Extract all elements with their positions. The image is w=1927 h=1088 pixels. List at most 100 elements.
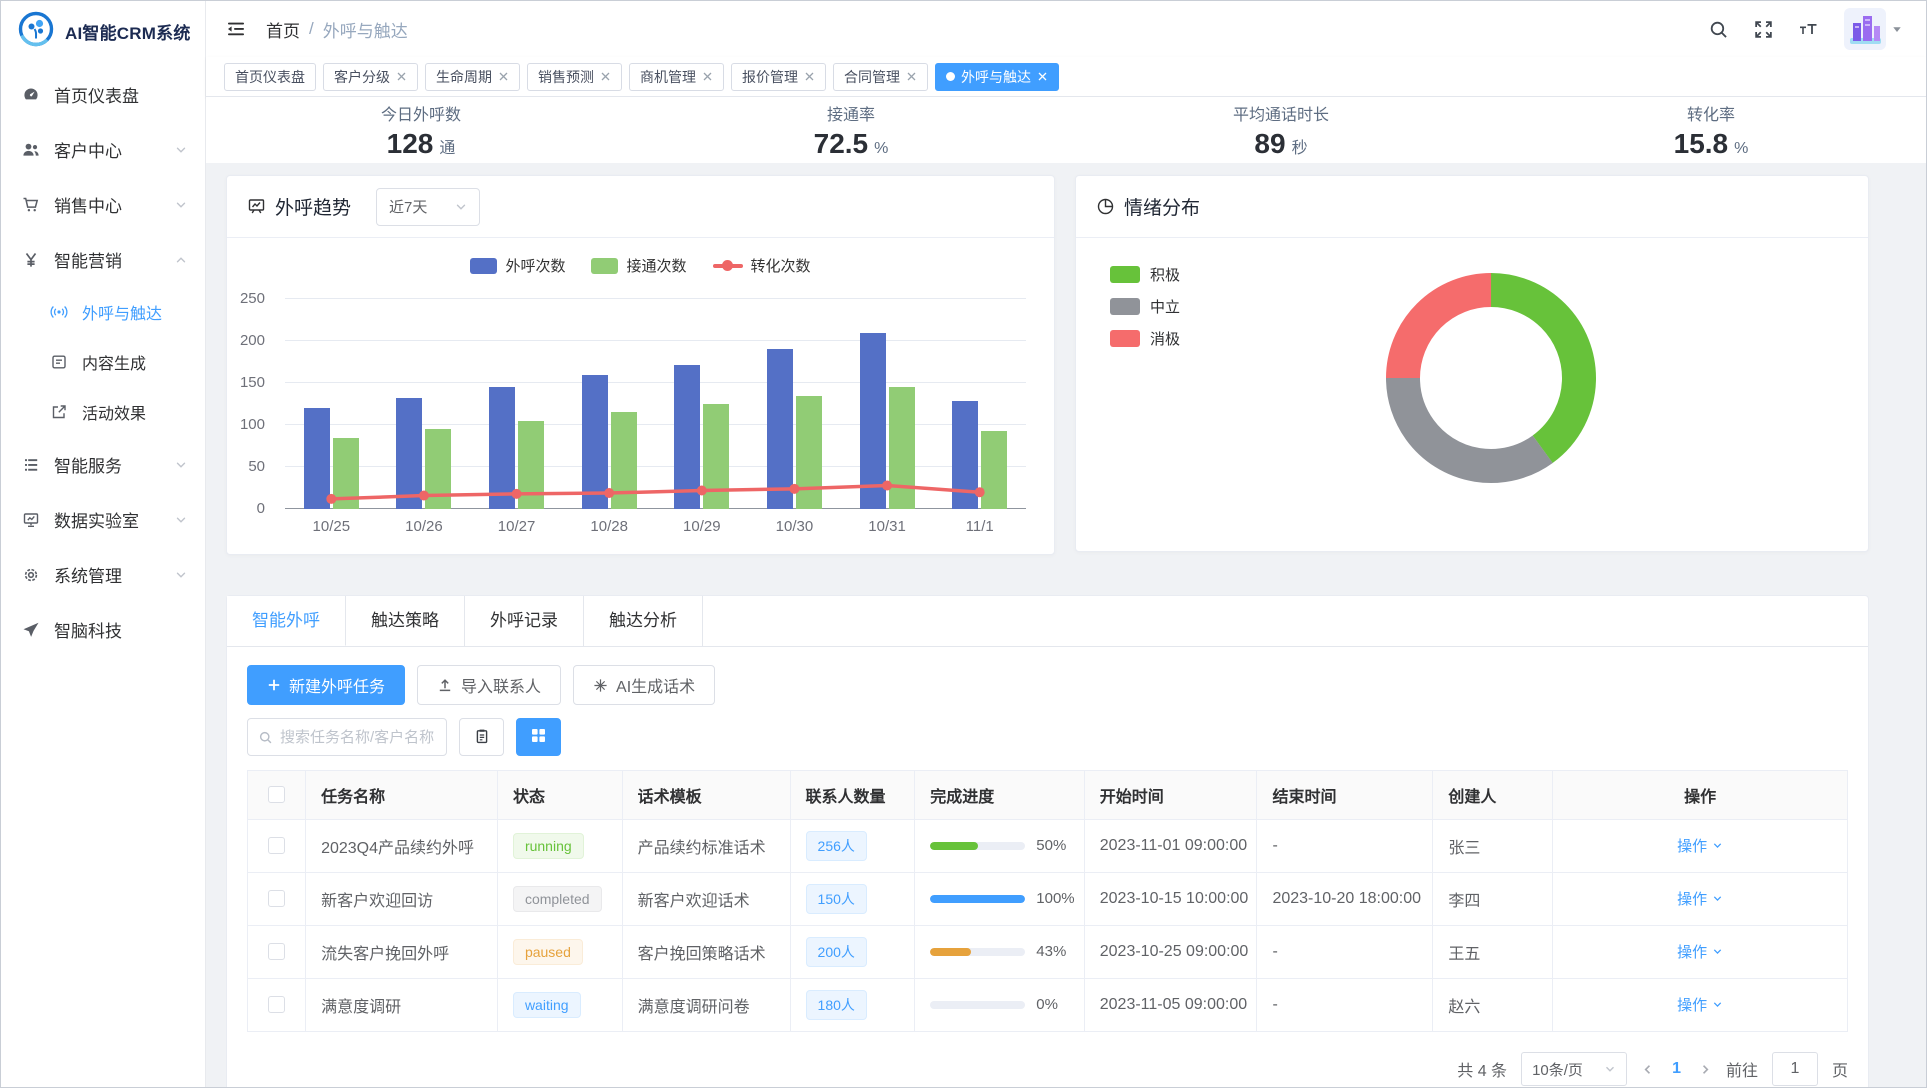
grid-view-button[interactable] bbox=[516, 718, 561, 756]
sidebar-item-marketing[interactable]: 智能营销 bbox=[1, 232, 205, 287]
sidebar-item-customers[interactable]: 客户中心 bbox=[1, 122, 205, 177]
sidebar-item-services[interactable]: 智能服务 bbox=[1, 437, 205, 492]
row-actions-dropdown[interactable]: 操作 bbox=[1677, 941, 1723, 962]
sidebar: AI智能CRM系统 首页仪表盘 客户中心 销售中心 智能营销 bbox=[1, 1, 206, 1087]
breadcrumb-home[interactable]: 首页 bbox=[266, 17, 300, 42]
row-checkbox[interactable] bbox=[268, 943, 285, 960]
emotion-distribution-card: 情绪分布 积极 中立 消极 bbox=[1075, 175, 1869, 552]
close-icon[interactable] bbox=[600, 71, 611, 82]
sidebar-item-data-lab[interactable]: 数据实验室 bbox=[1, 492, 205, 547]
tab-reach-strategy[interactable]: 触达策略 bbox=[346, 596, 465, 646]
progress-bar: 0% bbox=[930, 996, 1083, 1013]
sidebar-item-label: 销售中心 bbox=[54, 192, 175, 217]
legend-item-connected[interactable]: 接通次数 bbox=[591, 255, 686, 276]
close-icon[interactable] bbox=[1037, 71, 1048, 82]
fullscreen-icon[interactable] bbox=[1753, 19, 1774, 40]
close-icon[interactable] bbox=[702, 71, 713, 82]
view-tag[interactable]: 报价管理 bbox=[731, 63, 826, 91]
close-icon[interactable] bbox=[804, 71, 815, 82]
list-view-button[interactable] bbox=[459, 718, 504, 756]
ai-script-button[interactable]: AI生成话术 bbox=[573, 665, 715, 705]
view-tag[interactable]: 商机管理 bbox=[629, 63, 724, 91]
goto-page-input[interactable] bbox=[1772, 1052, 1818, 1086]
progress-bar: 50% bbox=[930, 837, 1083, 854]
legend-item-calls[interactable]: 外呼次数 bbox=[470, 255, 565, 276]
close-icon[interactable] bbox=[906, 71, 917, 82]
row-checkbox[interactable] bbox=[268, 996, 285, 1013]
font-size-icon[interactable] bbox=[1798, 19, 1820, 39]
close-icon[interactable] bbox=[498, 71, 509, 82]
import-contacts-button[interactable]: 导入联系人 bbox=[417, 665, 561, 705]
row-checkbox[interactable] bbox=[268, 837, 285, 854]
legend-line-swatch bbox=[713, 264, 743, 268]
contacts-count-badge: 180人 bbox=[806, 990, 867, 1020]
chevron-down-icon bbox=[175, 459, 187, 471]
row-actions-dropdown[interactable]: 操作 bbox=[1677, 994, 1723, 1015]
legend-item-negative[interactable]: 消极 bbox=[1110, 328, 1180, 349]
chevron-down-icon bbox=[1604, 1063, 1616, 1075]
legend-item-converted[interactable]: 转化次数 bbox=[713, 255, 811, 276]
top-header: 首页 / 外呼与触达 bbox=[206, 1, 1926, 57]
table-row: 2023Q4产品续约外呼 running 产品续约标准话术 256人 50% 2… bbox=[248, 819, 1847, 872]
legend-swatch bbox=[591, 258, 618, 274]
tab-call-records[interactable]: 外呼记录 bbox=[465, 596, 584, 646]
script-template: 客户挽回策略话术 bbox=[622, 925, 790, 978]
row-actions-dropdown[interactable]: 操作 bbox=[1677, 835, 1723, 856]
legend-item-positive[interactable]: 积极 bbox=[1110, 264, 1180, 285]
sidebar-item-outbound[interactable]: 外呼与触达 bbox=[1, 287, 205, 337]
sidebar-item-content-gen[interactable]: 内容生成 bbox=[1, 337, 205, 387]
app-logo[interactable]: AI智能CRM系统 bbox=[1, 1, 205, 61]
active-dot bbox=[946, 72, 955, 81]
sidebar-item-label: 首页仪表盘 bbox=[54, 82, 187, 107]
x-axis-labels: 10/2510/2610/2710/2810/2910/3010/3111/1 bbox=[285, 518, 1026, 535]
collapse-sidebar-icon[interactable] bbox=[226, 19, 246, 39]
create-task-button[interactable]: 新建外呼任务 bbox=[247, 665, 405, 705]
avatar[interactable] bbox=[1844, 8, 1886, 50]
tab-smart-outbound[interactable]: 智能外呼 bbox=[227, 596, 346, 646]
chevron-up-icon bbox=[175, 254, 187, 266]
user-menu[interactable] bbox=[1844, 8, 1902, 50]
chevron-down-icon bbox=[1712, 840, 1723, 851]
prev-page-button[interactable] bbox=[1641, 1063, 1654, 1076]
search-input[interactable] bbox=[280, 729, 436, 746]
header-actions bbox=[1708, 8, 1902, 50]
start-time: 2023-10-25 09:00:00 bbox=[1084, 925, 1257, 978]
select-all-checkbox[interactable] bbox=[268, 786, 285, 803]
legend-item-neutral[interactable]: 中立 bbox=[1110, 296, 1180, 317]
tab-reach-analysis[interactable]: 触达分析 bbox=[584, 596, 703, 646]
next-page-button[interactable] bbox=[1699, 1063, 1712, 1076]
tasks-table: 任务名称 状态 话术模板 联系人数量 完成进度 开始时间 结束时间 创建人 操作 bbox=[247, 770, 1848, 1032]
row-checkbox[interactable] bbox=[268, 890, 285, 907]
view-tag[interactable]: 首页仪表盘 bbox=[224, 63, 316, 91]
sidebar-item-system[interactable]: 系统管理 bbox=[1, 547, 205, 602]
sidebar-item-label: 活动效果 bbox=[82, 400, 187, 424]
view-tag-active[interactable]: 外呼与触达 bbox=[935, 63, 1059, 91]
view-tag[interactable]: 客户分级 bbox=[323, 63, 418, 91]
date-range-select[interactable]: 近7天 bbox=[376, 188, 480, 226]
view-tag[interactable]: 销售预测 bbox=[527, 63, 622, 91]
task-search bbox=[247, 718, 447, 756]
column-header: 话术模板 bbox=[622, 771, 790, 819]
grid-icon bbox=[531, 728, 546, 746]
sidebar-item-sales[interactable]: 销售中心 bbox=[1, 177, 205, 232]
chevron-down-icon bbox=[455, 201, 467, 213]
table-row: 满意度调研 waiting 满意度调研问卷 180人 0% 2023-11-05… bbox=[248, 978, 1847, 1031]
sidebar-item-label: 智能服务 bbox=[54, 452, 175, 477]
sidebar-item-campaign-effect[interactable]: 活动效果 bbox=[1, 387, 205, 437]
donut-chart bbox=[1385, 272, 1597, 484]
search-icon[interactable] bbox=[1708, 19, 1729, 40]
sidebar-item-zhinao[interactable]: 智脑科技 bbox=[1, 602, 205, 657]
row-actions-dropdown[interactable]: 操作 bbox=[1677, 888, 1723, 909]
page-content: 今日外呼数 128通 接通率 72.5% 平均通话时长 89秒 转化率 15.8… bbox=[206, 97, 1926, 1087]
legend-swatch bbox=[470, 258, 497, 274]
view-tag[interactable]: 合同管理 bbox=[833, 63, 928, 91]
sidebar-item-dashboard[interactable]: 首页仪表盘 bbox=[1, 67, 205, 122]
page-size-select[interactable]: 10条/页 bbox=[1521, 1052, 1627, 1086]
view-tag[interactable]: 生命周期 bbox=[425, 63, 520, 91]
pie-icon bbox=[1096, 197, 1115, 216]
page-unit-label: 页 bbox=[1832, 1057, 1848, 1081]
end-time: - bbox=[1257, 925, 1433, 978]
total-count: 共 4 条 bbox=[1457, 1057, 1507, 1081]
close-icon[interactable] bbox=[396, 71, 407, 82]
current-page[interactable]: 1 bbox=[1668, 1060, 1685, 1078]
